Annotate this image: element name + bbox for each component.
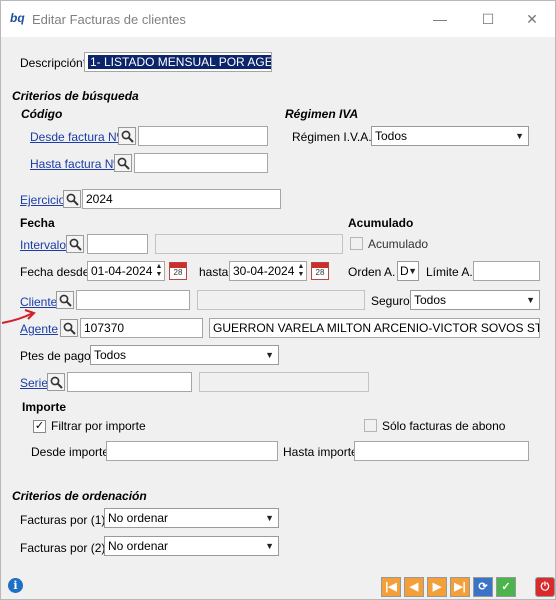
first-record-icon[interactable]: |◀ bbox=[381, 577, 401, 597]
form-content: Descripción* 1- LISTADO MENSUAL POR AGEN… bbox=[1, 37, 555, 597]
fecha-hasta-value: 30-04-2024 bbox=[233, 264, 295, 278]
serie-link[interactable]: Serie bbox=[20, 376, 48, 390]
seguro-select[interactable]: Todos ▼ bbox=[410, 290, 540, 310]
descripcion-label: Descripción* bbox=[20, 56, 88, 70]
maximize-icon[interactable]: ☐ bbox=[473, 9, 503, 29]
cliente-input[interactable] bbox=[76, 290, 190, 310]
fecha-desde-input[interactable]: 01-04-2024 ▲ ▼ bbox=[87, 261, 165, 281]
filtrar-importe-label: Filtrar por importe bbox=[51, 419, 146, 433]
info-icon[interactable]: i bbox=[8, 578, 23, 593]
hasta-factura-link[interactable]: Hasta factura Nº bbox=[30, 157, 118, 171]
chevron-down-icon: ▼ bbox=[265, 513, 274, 523]
search-icon[interactable] bbox=[56, 291, 74, 309]
calendar-icon[interactable]: 28 bbox=[169, 262, 187, 280]
serie-input[interactable] bbox=[67, 372, 192, 392]
search-icon[interactable] bbox=[60, 319, 78, 337]
criterios-busqueda-title: Criterios de búsqueda bbox=[12, 89, 139, 103]
spinner-icon[interactable]: ▲ ▼ bbox=[297, 263, 305, 279]
fecha-hasta-label: hasta bbox=[199, 265, 229, 279]
filtrar-importe-checkbox[interactable]: ✓ bbox=[33, 420, 46, 433]
criterios-ordenacion-title: Criterios de ordenación bbox=[12, 489, 147, 503]
orden-select[interactable]: D ▼ bbox=[397, 261, 419, 281]
facturas-por-1-value: No ordenar bbox=[108, 511, 169, 525]
acumulado-title: Acumulado bbox=[348, 216, 414, 230]
chevron-down-icon: ▼ bbox=[408, 266, 417, 276]
limite-label: Límite A. bbox=[426, 265, 473, 279]
desde-factura-link[interactable]: Desde factura Nº bbox=[30, 130, 121, 144]
regimen-select[interactable]: Todos ▼ bbox=[371, 126, 529, 146]
agente-description: GUERRON VARELA MILTON ARCENIO-VICTOR SOV… bbox=[209, 318, 540, 338]
spinner-icon[interactable]: ▲ ▼ bbox=[155, 263, 163, 279]
fecha-title: Fecha bbox=[20, 216, 55, 230]
search-icon[interactable] bbox=[66, 235, 84, 253]
refresh-icon[interactable]: ⟳ bbox=[473, 577, 493, 597]
minimize-icon[interactable]: — bbox=[425, 9, 455, 29]
search-icon[interactable] bbox=[114, 154, 132, 172]
intervalo-input[interactable] bbox=[87, 234, 148, 254]
ptes-pago-value: Todos bbox=[94, 348, 127, 362]
facturas-por-2-label: Facturas por (2) bbox=[20, 541, 106, 555]
close-icon[interactable]: ✕ bbox=[517, 9, 547, 29]
ptes-pago-label: Ptes de pago bbox=[20, 349, 91, 363]
ejercicio-input[interactable]: 2024 bbox=[82, 189, 281, 209]
search-icon[interactable] bbox=[47, 373, 65, 391]
intervalo-description bbox=[155, 234, 343, 254]
window: bq Editar Facturas de clientes — ☐ ✕ Des… bbox=[0, 0, 556, 600]
fecha-desde-label: Fecha desde bbox=[20, 265, 90, 279]
next-record-icon[interactable]: ▶ bbox=[427, 577, 447, 597]
hasta-factura-input[interactable] bbox=[134, 153, 268, 173]
previous-record-icon[interactable]: ◀ bbox=[404, 577, 424, 597]
limite-input[interactable] bbox=[473, 261, 540, 281]
orden-label: Orden A. bbox=[348, 265, 396, 279]
solo-abono-checkbox[interactable] bbox=[364, 419, 377, 432]
fecha-desde-value: 01-04-2024 bbox=[91, 264, 153, 278]
hasta-importe-input[interactable] bbox=[354, 441, 529, 461]
search-icon[interactable] bbox=[63, 190, 81, 208]
ptes-pago-select[interactable]: Todos ▼ bbox=[90, 345, 279, 365]
hasta-importe-label: Hasta importe bbox=[283, 445, 358, 459]
chevron-down-icon: ▼ bbox=[265, 541, 274, 551]
chevron-down-icon: ▼ bbox=[515, 131, 524, 141]
chevron-down-icon: ▼ bbox=[526, 295, 535, 305]
seguro-label: Seguro bbox=[371, 294, 410, 308]
app-icon: bq bbox=[10, 11, 25, 25]
descripcion-input[interactable]: 1- LISTADO MENSUAL POR AGENTE bbox=[84, 52, 272, 72]
facturas-por-2-select[interactable]: No ordenar ▼ bbox=[104, 536, 279, 556]
desde-importe-input[interactable] bbox=[106, 441, 278, 461]
facturas-por-2-value: No ordenar bbox=[108, 539, 169, 553]
search-icon[interactable] bbox=[118, 127, 136, 145]
window-title: Editar Facturas de clientes bbox=[32, 12, 186, 27]
facturas-por-1-select[interactable]: No ordenar ▼ bbox=[104, 508, 279, 528]
regimen-title: Régimen IVA bbox=[285, 107, 359, 121]
regimen-label: Régimen I.V.A. bbox=[292, 130, 372, 144]
solo-abono-label: Sólo facturas de abono bbox=[382, 419, 506, 433]
facturas-por-1-label: Facturas por (1) bbox=[20, 513, 106, 527]
regimen-value: Todos bbox=[375, 129, 408, 143]
exit-icon[interactable]: ⏻ bbox=[535, 577, 555, 597]
ejercicio-link[interactable]: Ejercicio bbox=[20, 193, 65, 207]
title-bar: bq Editar Facturas de clientes — ☐ ✕ bbox=[1, 1, 555, 37]
serie-description bbox=[199, 372, 369, 392]
acumulado-check-label: Acumulado bbox=[368, 237, 429, 251]
fecha-hasta-input[interactable]: 30-04-2024 ▲ ▼ bbox=[229, 261, 307, 281]
chevron-down-icon: ▼ bbox=[265, 350, 274, 360]
cliente-description bbox=[197, 290, 365, 310]
desde-importe-label: Desde importe bbox=[31, 445, 110, 459]
seguro-value: Todos bbox=[414, 293, 447, 307]
agente-link[interactable]: Agente bbox=[20, 322, 58, 336]
last-record-icon[interactable]: ▶| bbox=[450, 577, 470, 597]
agente-input[interactable]: 107370 bbox=[80, 318, 203, 338]
accept-icon[interactable]: ✓ bbox=[496, 577, 516, 597]
importe-title: Importe bbox=[22, 400, 67, 414]
intervalo-link[interactable]: Intervalo bbox=[20, 238, 66, 252]
codigo-title: Código bbox=[21, 107, 63, 121]
descripcion-value: 1- LISTADO MENSUAL POR AGENTE bbox=[88, 55, 271, 69]
desde-factura-input[interactable] bbox=[138, 126, 268, 146]
calendar-icon[interactable]: 28 bbox=[311, 262, 329, 280]
acumulado-checkbox[interactable] bbox=[350, 237, 363, 250]
